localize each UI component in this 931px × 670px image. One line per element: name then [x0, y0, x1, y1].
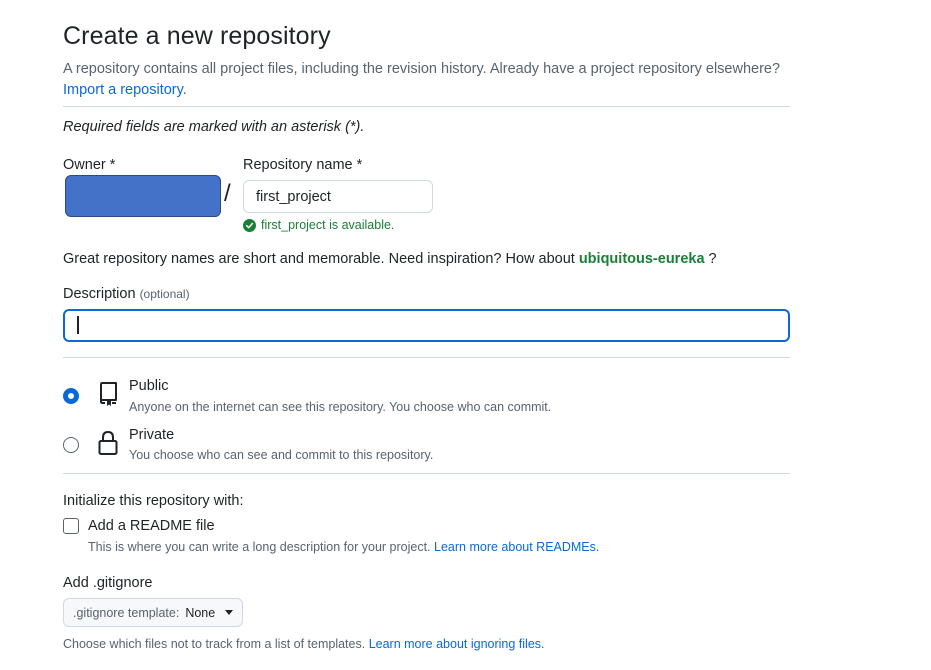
check-circle-icon — [243, 218, 256, 232]
optional-hint: (optional) — [139, 287, 190, 301]
availability-status: first_project is available. — [243, 218, 394, 232]
readme-learn-more-link[interactable]: Learn more about READMEs. — [434, 540, 599, 554]
description-label: Description (optional) — [63, 286, 190, 302]
gitignore-value: None — [185, 605, 216, 620]
visibility-public-radio[interactable] — [63, 388, 79, 404]
public-option-desc: Anyone on the internet can see this repo… — [129, 400, 552, 414]
initialize-label: Initialize this repository with: — [63, 493, 244, 509]
name-inspiration: Great repository names are short and mem… — [63, 251, 717, 267]
text-cursor — [77, 316, 79, 334]
gitignore-learn-more-link[interactable]: Learn more about ignoring files. — [369, 637, 545, 651]
divider — [63, 106, 790, 107]
required-fields-note: Required fields are marked with an aster… — [63, 119, 365, 135]
readme-desc-text: This is where you can write a long descr… — [88, 540, 431, 554]
owner-repo-separator: / — [224, 180, 231, 207]
visibility-private-radio[interactable] — [63, 437, 79, 453]
page-title: Create a new repository — [63, 22, 331, 50]
public-option-title: Public — [129, 378, 169, 394]
gitignore-help-text: Choose which files not to track from a l… — [63, 637, 366, 651]
repo-name-label: Repository name * — [243, 157, 363, 173]
readme-checkbox[interactable] — [63, 518, 79, 534]
gitignore-label: Add .gitignore — [63, 575, 153, 591]
lock-icon — [98, 430, 118, 455]
suggested-name-link[interactable]: ubiquitous-eureka — [579, 251, 705, 267]
private-option-desc: You choose who can see and commit to thi… — [129, 448, 434, 462]
owner-label: Owner * — [63, 157, 116, 173]
readme-description: This is where you can write a long descr… — [88, 540, 599, 554]
description-label-text: Description — [63, 286, 136, 302]
owner-select[interactable] — [65, 175, 221, 217]
inspiration-suffix: ? — [708, 251, 717, 267]
availability-text: first_project is available. — [261, 218, 395, 232]
description-input[interactable] — [63, 309, 790, 342]
intro-description: A repository contains all project files,… — [63, 61, 781, 77]
intro-text: A repository contains all project files,… — [63, 59, 803, 101]
divider — [63, 357, 790, 358]
gitignore-prefix: .gitignore template: — [73, 605, 180, 620]
private-option-title: Private — [129, 427, 175, 443]
gitignore-template-select[interactable]: .gitignore template: None — [63, 598, 244, 627]
repo-name-input[interactable] — [243, 180, 433, 213]
caret-down-icon — [225, 610, 234, 615]
divider — [63, 473, 790, 474]
import-repository-link[interactable]: Import a repository. — [63, 82, 187, 98]
create-repo-page: Create a new repository A repository con… — [0, 0, 931, 670]
repo-icon — [100, 382, 117, 406]
gitignore-help: Choose which files not to track from a l… — [63, 637, 545, 651]
readme-label: Add a README file — [88, 518, 215, 534]
inspiration-text: Great repository names are short and mem… — [63, 251, 575, 267]
